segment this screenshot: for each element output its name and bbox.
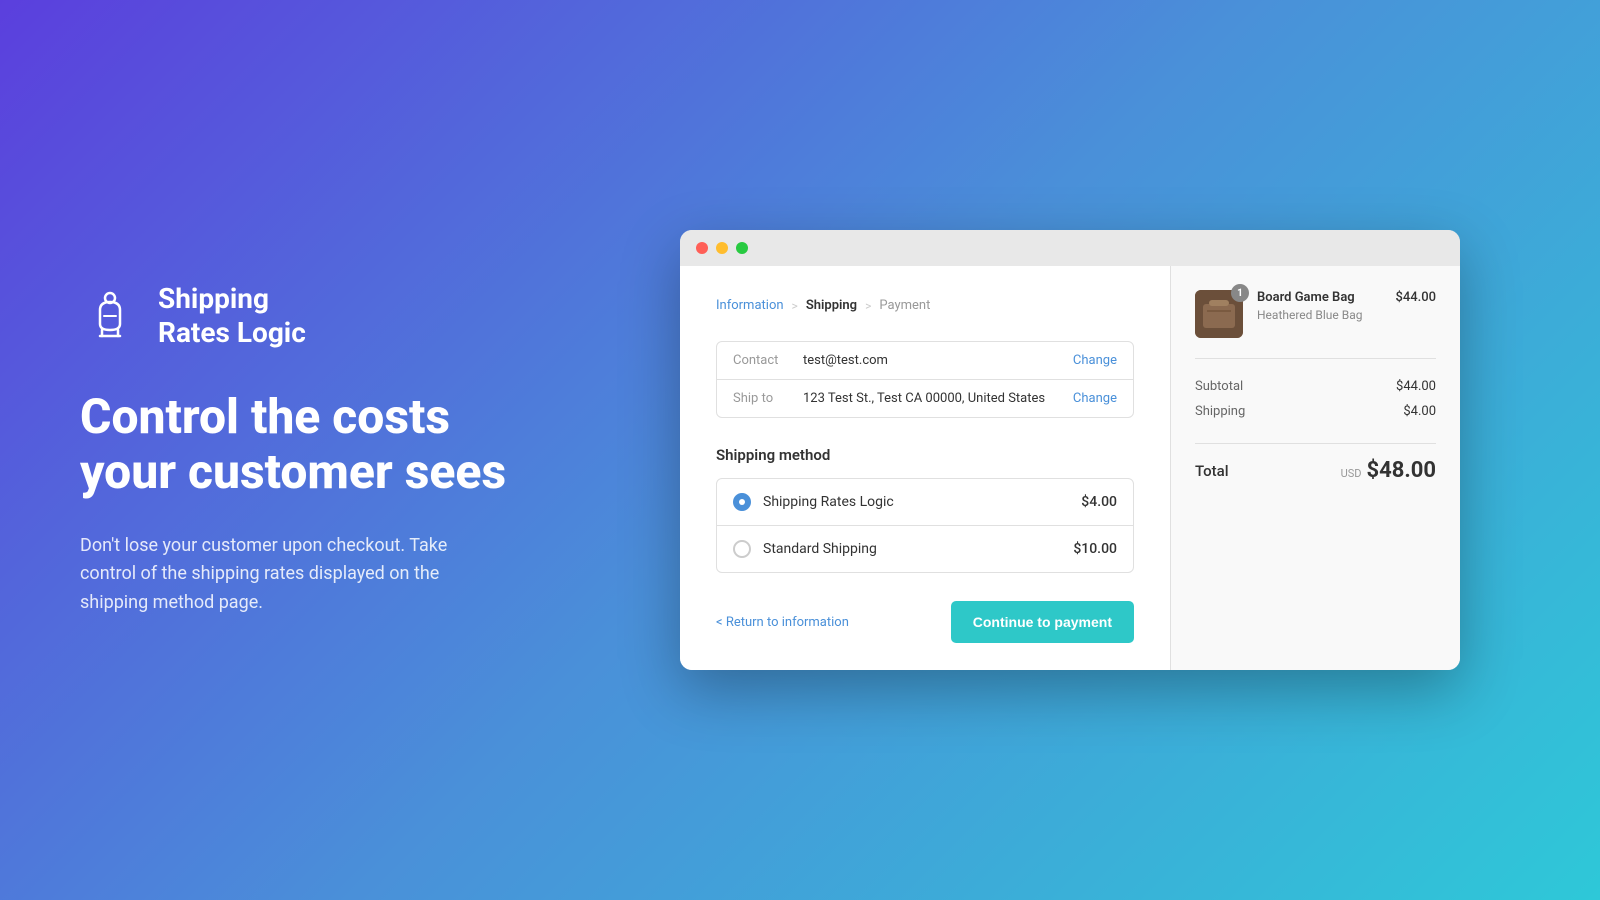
headline: Control the costs your customer sees — [80, 389, 600, 499]
browser-window: Information > Shipping > Payment Contact… — [680, 230, 1460, 670]
return-to-information-link[interactable]: < Return to information — [716, 615, 849, 630]
contact-label: Contact — [733, 353, 803, 368]
radio-srl[interactable] — [733, 493, 751, 511]
radio-standard[interactable] — [733, 540, 751, 558]
total-currency: USD — [1341, 467, 1362, 480]
product-image-wrap: 1 — [1195, 290, 1243, 338]
product-name: Board Game Bag — [1257, 290, 1381, 305]
logo-text: Shipping Rates Logic — [158, 282, 306, 349]
contact-value: test@test.com — [803, 353, 1073, 368]
option-price-srl: $4.00 — [1081, 494, 1117, 510]
logo-icon — [80, 286, 140, 346]
traffic-light-red[interactable] — [696, 242, 708, 254]
shipping-value: $4.00 — [1403, 404, 1436, 419]
subtotal-line: Subtotal $44.00 — [1195, 379, 1436, 394]
product-info: Board Game Bag Heathered Blue Bag — [1257, 290, 1381, 322]
breadcrumb-sep-2: > — [865, 299, 871, 313]
option-price-standard: $10.00 — [1073, 541, 1117, 557]
ship-to-change-button[interactable]: Change — [1073, 391, 1117, 406]
subtext: Don't lose your customer upon checkout. … — [80, 532, 500, 618]
breadcrumb: Information > Shipping > Payment — [716, 298, 1134, 313]
subtotal-value: $44.00 — [1396, 379, 1436, 394]
shipping-label: Shipping — [1195, 404, 1245, 419]
total-line: Total USD $48.00 — [1195, 443, 1436, 483]
checkout-panel: Information > Shipping > Payment Contact… — [680, 266, 1170, 670]
shipping-option-srl[interactable]: Shipping Rates Logic $4.00 — [717, 479, 1133, 526]
product-variant: Heathered Blue Bag — [1257, 308, 1381, 322]
info-table: Contact test@test.com Change Ship to 123… — [716, 341, 1134, 418]
shipping-line: Shipping $4.00 — [1195, 404, 1436, 419]
total-label: Total — [1195, 462, 1229, 480]
breadcrumb-sep-1: > — [792, 299, 798, 313]
breadcrumb-payment: Payment — [879, 298, 930, 313]
shipping-option-standard[interactable]: Standard Shipping $10.00 — [717, 526, 1133, 572]
product-row: 1 Board Game Bag Heathered Blue Bag $44.… — [1195, 290, 1436, 359]
subtotal-label: Subtotal — [1195, 379, 1243, 394]
ship-to-label: Ship to — [733, 391, 803, 406]
breadcrumb-information: Information — [716, 298, 784, 313]
option-name-standard: Standard Shipping — [763, 541, 1073, 557]
ship-to-row: Ship to 123 Test St., Test CA 00000, Uni… — [717, 380, 1133, 417]
ship-to-value: 123 Test St., Test CA 00000, United Stat… — [803, 391, 1073, 406]
option-name-srl: Shipping Rates Logic — [763, 494, 1081, 510]
logo-area: Shipping Rates Logic — [80, 282, 600, 349]
continue-to-payment-button[interactable]: Continue to payment — [951, 601, 1134, 643]
contact-change-button[interactable]: Change — [1073, 353, 1117, 368]
left-panel: Shipping Rates Logic Control the costs y… — [80, 282, 600, 618]
contact-row: Contact test@test.com Change — [717, 342, 1133, 380]
traffic-light-yellow[interactable] — [716, 242, 728, 254]
total-amount: $48.00 — [1367, 458, 1437, 483]
breadcrumb-shipping: Shipping — [806, 298, 857, 313]
product-badge: 1 — [1231, 284, 1249, 302]
checkout-actions: < Return to information Continue to paym… — [716, 601, 1134, 643]
total-value-wrap: USD $48.00 — [1341, 458, 1436, 483]
browser-content: Information > Shipping > Payment Contact… — [680, 266, 1460, 670]
browser-titlebar — [680, 230, 1460, 266]
product-price: $44.00 — [1395, 290, 1436, 305]
traffic-light-green[interactable] — [736, 242, 748, 254]
shipping-method-title: Shipping method — [716, 446, 1134, 464]
shipping-options: Shipping Rates Logic $4.00 Standard Ship… — [716, 478, 1134, 573]
order-summary-panel: 1 Board Game Bag Heathered Blue Bag $44.… — [1170, 266, 1460, 670]
